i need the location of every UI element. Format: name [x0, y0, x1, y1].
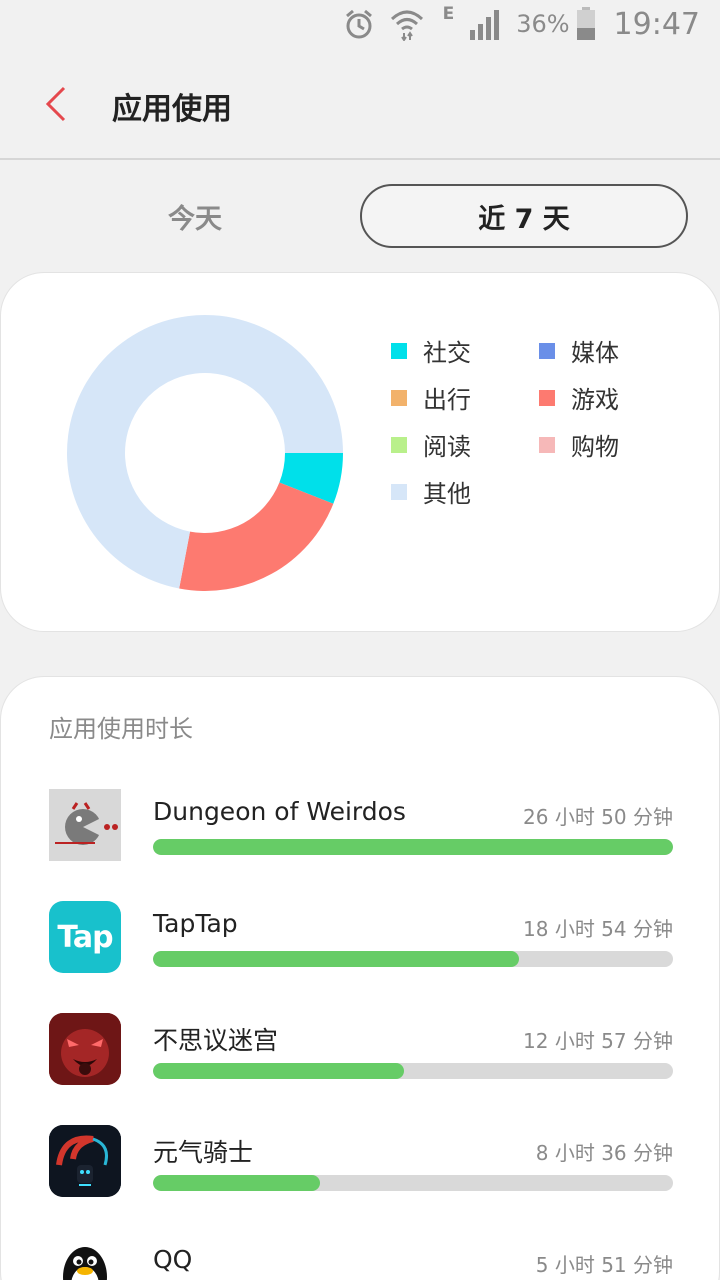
- legend-label: 媒体: [571, 339, 619, 367]
- usage-bar-fill: [153, 839, 673, 855]
- legend-swatch: [391, 342, 407, 359]
- chevron-left-icon: [45, 86, 66, 122]
- legend-item: 媒体: [539, 333, 619, 368]
- legend-swatch: [391, 389, 407, 406]
- app-usage-card: 应用使用时长 Dungeon of Weirdos 26 小时 50 分钟 Ta…: [0, 676, 720, 1280]
- back-button[interactable]: [36, 84, 76, 124]
- network-type: E: [442, 4, 455, 24]
- tab-last-7-days[interactable]: 近 7 天: [360, 184, 688, 248]
- legend-label: 购物: [571, 433, 619, 461]
- legend-item: 其他: [391, 474, 471, 509]
- maze-game-icon: [49, 1013, 121, 1085]
- app-name: QQ: [153, 1245, 193, 1274]
- legend-swatch: [391, 436, 407, 453]
- usage-bar-fill: [153, 951, 520, 967]
- legend-label: 阅读: [423, 433, 471, 461]
- legend-swatch: [539, 389, 555, 406]
- signal-icon: [468, 8, 502, 40]
- legend-item: 游戏: [539, 380, 619, 415]
- legend-swatch: [539, 436, 555, 453]
- app-usage-row[interactable]: Dungeon of Weirdos 26 小时 50 分钟: [1, 789, 720, 869]
- status-bar: E 36% 19:47: [0, 0, 720, 48]
- taptap-icon-text: Tap: [57, 919, 113, 955]
- legend-swatch: [539, 342, 555, 359]
- battery-percent: 36%: [516, 10, 570, 38]
- qq-penguin-icon: [49, 1237, 121, 1280]
- app-usage-row[interactable]: QQ 5 小时 51 分钟: [1, 1237, 720, 1280]
- app-header: 应用使用: [0, 48, 720, 160]
- legend-swatch: [391, 483, 407, 500]
- app-name: 元气骑士: [153, 1138, 254, 1167]
- app-usage-time: 8 小时 36 分钟: [535, 1141, 673, 1165]
- legend-item: 社交: [391, 333, 471, 368]
- app-name: Dungeon of Weirdos: [153, 797, 406, 826]
- app-usage-time: 18 小时 54 分钟: [523, 917, 673, 941]
- app-name: TapTap: [153, 909, 238, 938]
- category-chart-card: 社交 媒体出行 游戏阅读 购物其他: [0, 272, 720, 632]
- app-usage-row[interactable]: 元气骑士 8 小时 36 分钟: [1, 1125, 720, 1205]
- legend-label: 出行: [423, 386, 471, 414]
- app-usage-time: 12 小时 57 分钟: [523, 1029, 673, 1053]
- usage-section-title: 应用使用时长: [49, 715, 193, 743]
- usage-bar: [153, 839, 673, 855]
- usage-donut-chart: [67, 315, 344, 591]
- usage-bar-fill: [153, 1063, 404, 1079]
- alarm-icon: [343, 8, 375, 40]
- legend-item: 购物: [539, 427, 619, 462]
- dungeon-of-weirdos-icon: [49, 789, 121, 861]
- clock: 19:47: [613, 6, 700, 42]
- soul-knight-icon: [49, 1125, 121, 1197]
- donut-slice-游戏: [179, 482, 334, 591]
- battery-icon: [576, 7, 596, 41]
- legend-item: 出行: [391, 380, 471, 415]
- usage-bar: [153, 1175, 673, 1191]
- usage-bar: [153, 951, 673, 967]
- tab-today[interactable]: 今天: [40, 184, 350, 248]
- taptap-icon: Tap: [49, 901, 121, 973]
- legend-item: 阅读: [391, 427, 471, 462]
- app-usage-time: 5 小时 51 分钟: [535, 1253, 673, 1277]
- app-name: 不思议迷宫: [153, 1026, 279, 1055]
- usage-bar: [153, 1063, 673, 1079]
- legend-label: 其他: [423, 480, 471, 508]
- app-usage-time: 26 小时 50 分钟: [523, 805, 673, 829]
- app-usage-row[interactable]: Tap TapTap 18 小时 54 分钟: [1, 901, 720, 981]
- app-usage-row[interactable]: 不思议迷宫 12 小时 57 分钟: [1, 1013, 720, 1093]
- page-title: 应用使用: [112, 92, 232, 127]
- legend-label: 社交: [423, 339, 471, 367]
- usage-bar-fill: [153, 1175, 320, 1191]
- legend-label: 游戏: [571, 386, 619, 414]
- wifi-icon: [389, 7, 425, 41]
